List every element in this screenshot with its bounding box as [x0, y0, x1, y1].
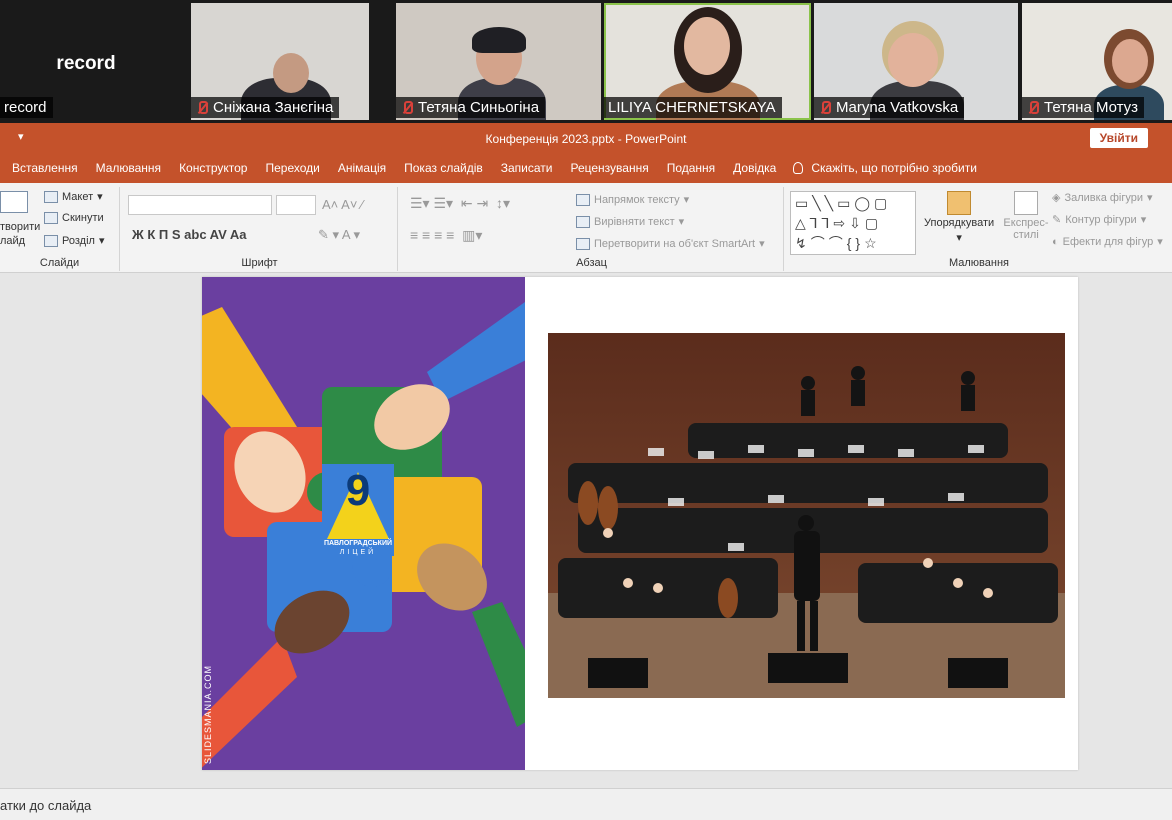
slide-canvas: 9 ПАВЛОГРАДСЬКИЙ ЛІЦЕЙ SLIDESMANIA.COM [0, 273, 1172, 788]
participant-name: Тетяна Синьогіна [396, 97, 546, 118]
font-grow-shrink-icons[interactable]: A˄ A˅ ⁄ [322, 197, 363, 212]
text-direction-button[interactable]: Напрямок тексту ▾ [576, 193, 689, 206]
mic-muted-icon [1026, 100, 1040, 116]
lightbulb-icon [793, 162, 804, 174]
video-participants-strip: record record Сніжана Занєгіна Тетяна Си… [0, 0, 1172, 123]
orchestra-image [548, 333, 1065, 698]
tab-design[interactable]: Конструктор [170, 161, 256, 175]
group-label-font: Шрифт [241, 257, 278, 269]
slidesmania-watermark: SLIDESMANIA.COM [203, 664, 213, 764]
reset-button[interactable]: Скинути [44, 212, 104, 224]
mic-muted-icon [818, 100, 832, 116]
ribbon-group-paragraph: ☰▾ ☰▾ ⇤ ⇥ ↕▾ Напрямок тексту ▾ Вирівняти … [400, 187, 784, 271]
effects-icon: ◐ [1052, 235, 1059, 248]
smartart-icon [576, 237, 590, 250]
shape-effects-button[interactable]: ◐ Ефекти для фігур ▾ [1052, 235, 1163, 249]
record-big-label: record [56, 53, 116, 74]
ribbon: творити лайд Макет ▾ Скинути Розділ ▾ Слай… [0, 183, 1172, 273]
quick-styles-button[interactable]: Експрес-стилі [998, 191, 1054, 241]
participant-name: LILIYA CHERNETSKAYA [604, 97, 782, 118]
arrange-icon [947, 191, 972, 215]
align-text-button[interactable]: Вирівняти текст ▾ [576, 215, 684, 228]
new-slide-icon[interactable] [0, 191, 28, 213]
shape-fill-button[interactable]: ◈ Заливка фігури ▾ [1052, 191, 1153, 205]
shape-outline-button[interactable]: ✎ Контур фігури ▾ [1052, 213, 1146, 227]
participant-name: Сніжана Занєгіна [191, 97, 340, 118]
shapes-gallery[interactable]: ▭╲╲▭◯▢ △⅂⅂⇨⇩▢ ↯⌒⌒{}☆ [790, 191, 916, 255]
participant-tile-active[interactable]: LILIYA CHERNETSKAYA [604, 3, 811, 120]
layout-icon [44, 190, 58, 203]
tell-me-search[interactable]: Скажіть, що потрібно зробити [793, 161, 977, 175]
font-format-buttons[interactable]: Ж К П S abc AV Aa [132, 227, 247, 242]
logo-line2: ЛІЦЕЙ [339, 549, 377, 556]
font-color-icons[interactable]: ✎ ▾ A ▾ [318, 227, 360, 243]
tab-insert[interactable]: Вставлення [0, 161, 87, 175]
tab-draw[interactable]: Малювання [87, 161, 170, 175]
title-bar: ▾ Конференція 2023.pptx - PowerPoint Уві… [0, 123, 1172, 153]
participant-tile[interactable]: Maryna Vatkovska [814, 3, 1018, 120]
quick-styles-icon [1014, 191, 1038, 215]
ribbon-tabs: Вставлення Малювання Конструктор Переход… [0, 153, 1172, 183]
notes-placeholder: атки до слайда [0, 798, 92, 813]
orchestra-photo [548, 333, 1065, 698]
font-size-combo[interactable] [276, 195, 316, 215]
mic-muted-icon [400, 100, 414, 116]
tab-view[interactable]: Подання [658, 161, 724, 175]
tab-transitions[interactable]: Переходи [256, 161, 328, 175]
text-direction-icon [576, 193, 590, 206]
powerpoint-window: ▾ Конференція 2023.pptx - PowerPoint Уві… [0, 123, 1172, 820]
participant-name: Maryna Vatkovska [814, 97, 965, 118]
participant-tile[interactable]: Сніжана Занєгіна [191, 3, 369, 120]
pencil-icon: ✎ [1052, 214, 1062, 226]
teamwork-illustration: 9 ПАВЛОГРАДСЬКИЙ ЛІЦЕЙ SLIDESMANIA.COM [202, 277, 525, 770]
alignment-icons[interactable]: ≡ ≡ ≡ ≡ ▥▾ [410, 227, 482, 244]
reset-icon [44, 212, 58, 224]
document-title: Конференція 2023.pptx - PowerPoint [485, 132, 687, 146]
arrange-button[interactable]: Упорядкувати ▾ [924, 191, 994, 244]
current-slide[interactable]: 9 ПАВЛОГРАДСЬКИЙ ЛІЦЕЙ SLIDESMANIA.COM [202, 277, 1078, 770]
sign-in-button[interactable]: Увійти [1089, 128, 1148, 148]
font-family-combo[interactable] [128, 195, 272, 215]
tab-review[interactable]: Рецензування [561, 161, 657, 175]
tab-help[interactable]: Довідка [724, 161, 785, 175]
smartart-button[interactable]: Перетворити на об'єкт SmartArt ▾ [576, 237, 765, 250]
group-label-slides: Слайди [39, 257, 80, 269]
participant-tile[interactable]: Тетяна Синьогіна [396, 3, 601, 120]
ribbon-group-slides: творити лайд Макет ▾ Скинути Розділ ▾ Слай… [0, 187, 120, 271]
ribbon-group-drawing: ▭╲╲▭◯▢ △⅂⅂⇨⇩▢ ↯⌒⌒{}☆ Упорядкувати ▾ Експре… [786, 187, 1172, 271]
paint-bucket-icon: ◈ [1052, 192, 1061, 204]
ribbon-group-font: A˄ A˅ ⁄ Ж К П S abc AV Aa ✎ ▾ A ▾ Шрифт [122, 187, 398, 271]
align-text-icon [576, 215, 590, 228]
list-indent-icons[interactable]: ☰▾ ☰▾ ⇤ ⇥ ↕▾ [410, 195, 510, 212]
logo-line1: ПАВЛОГРАДСЬКИЙ [323, 540, 393, 547]
section-icon [44, 234, 58, 247]
participant-tile[interactable]: Тетяна Мотуз [1022, 3, 1172, 120]
group-label-paragraph: Абзац [576, 257, 607, 269]
logo-number: 9 [345, 466, 371, 515]
mic-muted-icon [195, 100, 209, 116]
tab-record[interactable]: Записати [492, 161, 562, 175]
tab-animations[interactable]: Анімація [329, 161, 395, 175]
participant-name: record [0, 97, 53, 118]
tab-slideshow[interactable]: Показ слайдів [395, 161, 492, 175]
participant-tile-record[interactable]: record record [0, 3, 172, 120]
notes-pane[interactable]: атки до слайда [0, 788, 1172, 820]
puzzle-hands-graphic [202, 302, 525, 768]
layout-button[interactable]: Макет ▾ [44, 190, 103, 203]
group-label-drawing: Малювання [948, 257, 1010, 269]
participant-name: Тетяна Мотуз [1022, 97, 1145, 118]
section-button[interactable]: Розділ ▾ [44, 234, 104, 247]
new-slide-button[interactable]: творити лайд [0, 220, 40, 248]
